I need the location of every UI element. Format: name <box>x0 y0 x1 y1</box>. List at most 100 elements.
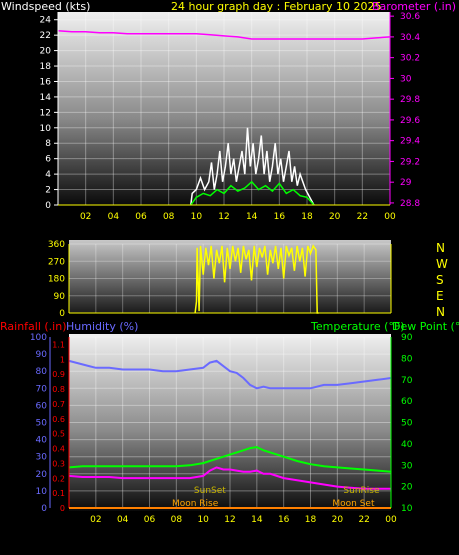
rain-y-tick: 0.5 <box>52 430 65 439</box>
wind-x-tick: 02 <box>80 212 91 222</box>
temp-x-tick: 14 <box>251 515 263 525</box>
baro-y-tick: 30.4 <box>400 33 420 43</box>
windspeed-axis-label: Windspeed (kts) <box>1 0 90 13</box>
wind-y-tick: 6 <box>45 155 51 165</box>
baro-y-tick: 29.8 <box>400 95 420 105</box>
dir-y-tick: 270 <box>48 257 65 267</box>
wind-x-tick: 00 <box>384 212 396 222</box>
temp-x-tick: 18 <box>305 515 317 525</box>
annotation-label: Moon Rise <box>172 499 219 509</box>
wind-y-tick: 18 <box>40 62 52 72</box>
rain-y-tick: 0.2 <box>52 474 65 483</box>
temp-x-tick: 08 <box>171 515 183 525</box>
humidity-y-tick: 40 <box>36 436 48 446</box>
weather-graph: 02 04 06 08 10 12 14 16 18 20 22 000246810121416182… <box>0 0 459 525</box>
wind-y-tick: 16 <box>40 77 52 87</box>
wind-y-tick: 20 <box>40 47 52 57</box>
humidity-y-tick: 90 <box>36 350 48 360</box>
temp-x-tick: 20 <box>332 515 344 525</box>
compass-label: W <box>436 257 448 271</box>
temp-x-tick: 16 <box>278 515 290 525</box>
temp-y-tick: 10 <box>401 504 413 514</box>
temp-y-tick: 30 <box>401 461 413 471</box>
wind-y-tick: 8 <box>45 139 51 149</box>
rain-y-tick: 0.7 <box>52 400 65 409</box>
temp-x-tick: 04 <box>117 515 129 525</box>
baro-y-tick: 28.8 <box>400 199 420 209</box>
humidity-y-tick: 10 <box>36 487 48 497</box>
humidity-y-tick: 0 <box>41 504 47 514</box>
compass-label: E <box>436 289 444 303</box>
humidity-y-tick: 60 <box>36 401 48 411</box>
baro-y-tick: 30.6 <box>400 12 420 22</box>
temp-x-tick: 22 <box>358 515 369 525</box>
temp-y-tick: 20 <box>401 483 413 493</box>
rain-y-tick: 1 <box>60 355 65 364</box>
annotation-label: SunRise <box>343 486 380 496</box>
rainfall-axis-label: Rainfall (.in) <box>0 320 67 333</box>
baro-y-tick: 29.4 <box>400 137 420 147</box>
dir-y-tick: 0 <box>59 309 65 319</box>
wind-y-tick: 10 <box>40 124 52 134</box>
wind-x-tick: 10 <box>191 212 203 222</box>
dir-y-tick: 180 <box>48 275 65 285</box>
wind-x-tick: 22 <box>357 212 368 222</box>
rain-y-tick: 0.8 <box>52 385 65 394</box>
wind-y-tick: 12 <box>40 108 51 118</box>
temp-y-tick: 50 <box>401 419 413 429</box>
wind-y-tick: 24 <box>40 16 52 26</box>
humidity-y-tick: 50 <box>36 419 48 429</box>
wind-y-tick: 4 <box>45 170 51 180</box>
baro-y-tick: 29.2 <box>400 157 420 167</box>
rain-y-tick: 0.9 <box>52 370 65 379</box>
temp-x-tick: 06 <box>144 515 156 525</box>
wind-x-tick: 16 <box>274 212 286 222</box>
rain-y-tick: 0.4 <box>52 445 65 454</box>
wind-x-tick: 06 <box>135 212 147 222</box>
temperature-axis-label: Temperature (°F) <box>310 320 405 333</box>
humidity-y-tick: 70 <box>36 384 48 394</box>
wind-x-tick: 14 <box>246 212 258 222</box>
humidity-y-tick: 30 <box>36 453 48 463</box>
annotation-label: Moon Set <box>332 499 375 509</box>
rain-y-tick: 0 <box>60 504 65 513</box>
rain-y-tick: 0.1 <box>52 489 65 498</box>
compass-label: N <box>436 305 445 319</box>
temp-x-tick: 00 <box>385 515 397 525</box>
graph-title: 24 hour graph day : February 10 2025 <box>171 0 382 13</box>
wind-x-tick: 18 <box>301 212 313 222</box>
wind-x-tick: 04 <box>108 212 120 222</box>
rain-y-tick: 0.6 <box>52 415 65 424</box>
wind-y-tick: 0 <box>45 201 51 211</box>
wind-x-tick: 12 <box>218 212 229 222</box>
dir-y-tick: 90 <box>54 292 66 302</box>
baro-y-tick: 29.6 <box>400 116 420 126</box>
temp-y-tick: 90 <box>401 333 413 343</box>
wind-x-tick: 20 <box>329 212 341 222</box>
humidity-axis-label: Humidity (%) <box>66 320 138 333</box>
temp-y-tick: 40 <box>401 440 413 450</box>
baro-y-tick: 29 <box>400 178 412 188</box>
temp-y-tick: 80 <box>401 354 413 364</box>
dir-y-tick: 360 <box>48 240 65 250</box>
temp-x-tick: 12 <box>224 515 235 525</box>
wind-y-tick: 14 <box>40 93 52 103</box>
baro-y-tick: 30 <box>400 74 412 84</box>
humidity-y-tick: 80 <box>36 367 48 377</box>
rain-y-tick: 1.1 <box>52 340 65 349</box>
temp-x-tick: 10 <box>197 515 209 525</box>
temp-y-tick: 70 <box>401 376 413 386</box>
compass-label: S <box>436 273 444 287</box>
baro-y-tick: 30.2 <box>400 54 420 64</box>
dew-point-axis-label: Dew Point (°F) <box>392 320 459 333</box>
wind-y-tick: 2 <box>45 186 51 196</box>
compass-label: N <box>436 241 445 255</box>
barometer-axis-label: Barometer (.in) <box>372 0 456 13</box>
temp-x-tick: 02 <box>90 515 101 525</box>
wind-y-tick: 22 <box>40 31 51 41</box>
humidity-y-tick: 20 <box>36 470 48 480</box>
wind-x-tick: 08 <box>163 212 175 222</box>
annotation-label: SunSet <box>194 486 226 496</box>
humidity-y-tick: 100 <box>30 333 47 343</box>
temp-y-tick: 60 <box>401 397 413 407</box>
